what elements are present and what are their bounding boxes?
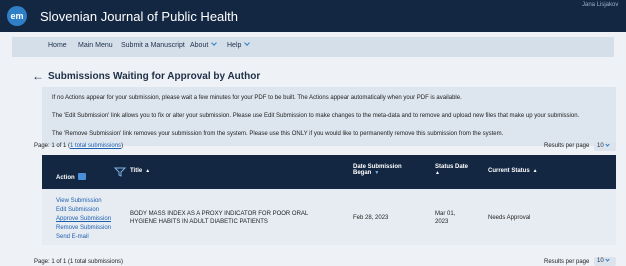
- manuscript-title-line-1: BODY MASS INDEX AS A PROXY INDICATOR FOR…: [130, 211, 309, 217]
- pager-prefix: Page: 1 of 1 (: [34, 143, 71, 149]
- chevron-down-icon: [605, 257, 610, 262]
- nav-about-label: About: [190, 42, 209, 49]
- send-email-link[interactable]: Send E-mail: [56, 234, 89, 240]
- nav-home[interactable]: Home: [48, 42, 67, 49]
- instruction-line: If no Actions appear for your submission…: [52, 95, 462, 101]
- back-arrow-icon[interactable]: ←: [32, 69, 44, 83]
- sort-up-icon: ▲: [435, 170, 440, 176]
- instructions-panel: If no Actions appear for your submission…: [42, 87, 616, 146]
- results-per-page-label: Results per page: [544, 259, 590, 265]
- instruction-line: The 'Remove Submission' link removes you…: [52, 131, 504, 137]
- column-title-label: Title: [130, 168, 143, 174]
- chevron-down-icon: [211, 40, 218, 46]
- view-submission-link[interactable]: View Submission: [56, 198, 102, 204]
- nav-main-menu[interactable]: Main Menu: [78, 42, 113, 49]
- pager-suffix: ): [121, 143, 124, 149]
- edit-submission-link[interactable]: Edit Submission: [56, 207, 99, 213]
- select-all-icon[interactable]: [77, 173, 86, 180]
- journal-title: Slovenian Journal of Public Health: [40, 9, 239, 24]
- results-per-page-value: 10: [597, 143, 604, 149]
- results-per-page-value: 10: [597, 258, 604, 264]
- main-nav: Home Main Menu Submit a Manuscript About…: [12, 37, 614, 57]
- manuscript-title-line-2: HYGIENE HABITS IN ADULT DIABETIC PATIENT…: [130, 219, 268, 225]
- current-status: Needs Approval: [488, 215, 531, 221]
- editorial-manager-logo[interactable]: em: [7, 6, 27, 26]
- nav-help-label: Help: [227, 42, 242, 49]
- filter-icon[interactable]: [114, 167, 126, 177]
- sort-up-icon: ▲: [145, 168, 151, 174]
- column-title[interactable]: Title ▲: [130, 168, 150, 174]
- column-current-status-label: Current Status: [488, 168, 530, 174]
- chevron-down-icon: [244, 40, 251, 46]
- total-submissions-link[interactable]: 1 total submissions: [70, 143, 121, 149]
- column-current-status[interactable]: Current Status ▲: [488, 168, 538, 174]
- table-row: View Submission Edit Submission Approve …: [42, 189, 616, 245]
- approve-submission-link[interactable]: Approve Submission: [56, 216, 111, 222]
- pager-bottom: Page: 1 of 1 (1 total submissions): [34, 259, 124, 265]
- nav-help[interactable]: Help: [227, 40, 251, 49]
- remove-submission-link[interactable]: Remove Submission: [56, 225, 111, 231]
- nav-submit-manuscript[interactable]: Submit a Manuscript: [121, 42, 185, 49]
- nav-about[interactable]: About: [190, 40, 218, 49]
- status-date-line-2: 2023: [435, 219, 449, 225]
- page-title: Submissions Waiting for Approval by Auth…: [48, 71, 261, 82]
- user-name[interactable]: Jana Lisjakov: [582, 2, 618, 8]
- column-status-date[interactable]: Status Date ▲: [435, 164, 468, 176]
- sort-up-icon: ▲: [532, 168, 538, 174]
- results-per-page-select[interactable]: 10: [594, 257, 616, 266]
- column-date-label-2: Began: [353, 170, 372, 176]
- results-per-page-label: Results per page: [544, 143, 590, 149]
- date-began: Feb 28, 2023: [353, 215, 389, 221]
- results-per-page-select[interactable]: 10: [594, 142, 616, 151]
- top-bar: em Slovenian Journal of Public Health Ja…: [0, 0, 626, 32]
- pager-top: Page: 1 of 1 (1 total submissions): [34, 143, 123, 149]
- instruction-line: The 'Edit Submission' link allows you to…: [52, 113, 580, 119]
- table-header: Action Title ▲ Date Submission Began ▼ Stat…: [42, 155, 616, 189]
- sort-down-icon: ▼: [374, 170, 380, 176]
- status-date-line-1: Mar 01,: [435, 211, 456, 217]
- column-date-submission[interactable]: Date Submission Began ▼: [353, 164, 402, 176]
- column-action-label: Action: [56, 175, 75, 181]
- column-action[interactable]: Action: [56, 172, 86, 181]
- chevron-down-icon: [605, 142, 610, 147]
